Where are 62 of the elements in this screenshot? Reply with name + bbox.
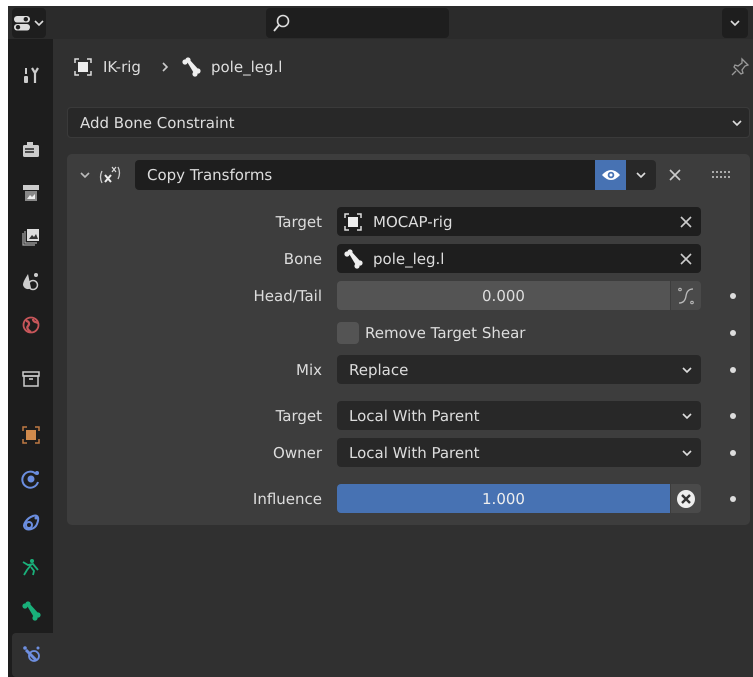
image-stack-icon bbox=[20, 227, 40, 247]
close-icon bbox=[679, 252, 693, 266]
keyframe-dot-icon bbox=[730, 412, 736, 418]
influence-slider[interactable]: 1.000 bbox=[337, 484, 670, 513]
visibility-toggle[interactable] bbox=[595, 160, 626, 190]
property-label: Target bbox=[276, 212, 322, 230]
dropdown[interactable]: Local With Parent bbox=[337, 438, 701, 467]
curve-button[interactable] bbox=[670, 281, 701, 310]
pin-button[interactable] bbox=[730, 57, 750, 77]
bone-name: pole_leg.l bbox=[210, 58, 282, 76]
property-label: Target bbox=[276, 406, 322, 424]
object-icon bbox=[73, 57, 93, 77]
constraint-menu-button[interactable] bbox=[626, 160, 656, 190]
dropdown[interactable]: Replace bbox=[337, 355, 701, 384]
dropdown[interactable]: Local With Parent bbox=[337, 401, 701, 430]
globe-icon bbox=[20, 315, 40, 335]
object-icon bbox=[20, 425, 40, 445]
disable-button[interactable] bbox=[670, 484, 701, 513]
keyframe-dot-icon bbox=[730, 366, 736, 372]
printer-icon bbox=[20, 183, 40, 203]
keyframe-dot-icon bbox=[730, 292, 736, 298]
editor-type-button[interactable] bbox=[12, 8, 46, 38]
checkbox[interactable] bbox=[337, 322, 359, 344]
header-menu-button[interactable] bbox=[722, 8, 748, 38]
bone-link-icon bbox=[20, 645, 40, 665]
keyframe-dot-icon bbox=[730, 450, 736, 456]
link-ring-icon bbox=[20, 513, 40, 533]
constraint-name-field[interactable]: Copy Transforms bbox=[135, 160, 595, 190]
bone-field[interactable]: pole_leg.l bbox=[337, 244, 701, 273]
toggle-icon bbox=[13, 14, 31, 32]
property-label: Bone bbox=[284, 250, 322, 268]
camera-back-icon bbox=[20, 139, 40, 159]
property-label: Head/Tail bbox=[254, 286, 322, 304]
delete-button[interactable] bbox=[668, 168, 682, 182]
close-icon bbox=[668, 168, 682, 182]
checkbox-label: Remove Target Shear bbox=[365, 324, 526, 342]
number-field[interactable]: 0.000 bbox=[337, 281, 670, 310]
object-icon bbox=[343, 212, 363, 232]
keyframe-dot-icon bbox=[730, 330, 736, 336]
bone-icon bbox=[180, 57, 201, 77]
eye-icon bbox=[600, 168, 620, 182]
curve-icon bbox=[677, 286, 695, 304]
keyframe-dot-icon bbox=[730, 496, 736, 502]
drag-handle-icon bbox=[712, 171, 730, 179]
orbit-icon bbox=[20, 469, 40, 489]
property-label: Influence bbox=[252, 490, 322, 508]
add-constraint-menu[interactable]: Add Bone Constraint bbox=[67, 107, 750, 138]
close-icon bbox=[679, 214, 693, 228]
bone-icon bbox=[20, 601, 40, 621]
constraint-icon bbox=[97, 165, 121, 185]
object-name: IK-rig bbox=[103, 58, 141, 76]
archive-box-icon bbox=[20, 369, 40, 389]
running-figure-icon bbox=[20, 557, 40, 577]
property-label: Mix bbox=[296, 360, 322, 378]
target-object-field[interactable]: MOCAP-rig bbox=[337, 207, 701, 236]
close-circle-icon bbox=[676, 488, 696, 508]
search-field[interactable] bbox=[266, 8, 449, 38]
pin-icon bbox=[730, 57, 750, 77]
drops-icon bbox=[20, 271, 40, 291]
search-icon bbox=[272, 12, 292, 32]
bone-icon bbox=[343, 248, 363, 268]
property-label: Owner bbox=[273, 444, 322, 462]
